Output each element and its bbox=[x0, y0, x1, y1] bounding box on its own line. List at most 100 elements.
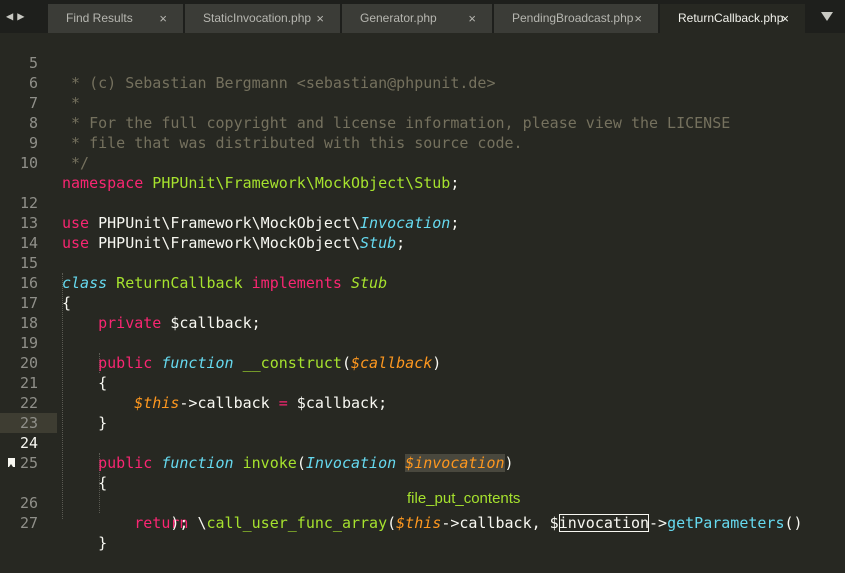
chevron-down-icon[interactable] bbox=[821, 12, 833, 21]
autocomplete-hint[interactable]: file_put_contents bbox=[407, 490, 520, 507]
code-text: class ReturnCallback implements Stub bbox=[62, 273, 387, 293]
code-line: 18 bbox=[0, 293, 38, 332]
tab-generator[interactable]: Generator.php × bbox=[342, 4, 492, 33]
tab-label: Generator.php bbox=[360, 11, 437, 25]
code-token: PHPUnit\Framework\MockObject\Stub bbox=[143, 174, 451, 192]
code-text: $this->callback = $callback; bbox=[62, 393, 387, 413]
code-token: function bbox=[152, 454, 234, 472]
code-line: 22 } bbox=[0, 373, 107, 432]
code-token: PHPUnit\Framework\MockObject\ bbox=[89, 214, 361, 232]
code-token: \ bbox=[188, 514, 207, 532]
code-line: 10 namespace PHPUnit\Framework\MockObjec… bbox=[0, 133, 459, 192]
code-text: } bbox=[62, 534, 108, 552]
code-text: { bbox=[62, 374, 108, 392]
code-line: 27 } bbox=[0, 493, 107, 552]
code-line: 7 * For the full copyright and license i… bbox=[0, 73, 730, 132]
code-token: $callback; bbox=[161, 314, 261, 332]
code-token: -> bbox=[649, 514, 668, 532]
code-token: () bbox=[784, 514, 803, 532]
code-token: ; bbox=[450, 214, 460, 232]
code-text: */ bbox=[62, 154, 90, 172]
code-token: $callback; bbox=[287, 394, 388, 412]
close-icon[interactable]: × bbox=[468, 4, 476, 33]
code-line: 13 use PHPUnit\Framework\MockObject\Stub… bbox=[0, 193, 405, 252]
close-icon[interactable]: × bbox=[316, 4, 324, 33]
code-token: function bbox=[152, 354, 234, 372]
code-token: public bbox=[62, 454, 153, 472]
code-token: Stub bbox=[341, 274, 388, 292]
code-text: { bbox=[62, 294, 72, 312]
code-text: * (c) Sebastian Bergmann <sebastian@phpu… bbox=[62, 74, 496, 92]
code-token: implements bbox=[251, 274, 342, 292]
code-text: use PHPUnit\Framework\MockObject\Stub; bbox=[62, 233, 405, 253]
tab-nav-arrows[interactable]: ◀▶ bbox=[6, 9, 28, 23]
code-line: 21 $this->callback = $callback; bbox=[0, 353, 387, 412]
code-token: public bbox=[62, 354, 153, 372]
code-token: ReturnCallback bbox=[107, 274, 252, 292]
code-line: 9 */ bbox=[0, 113, 89, 172]
code-text: public function invoke(Invocation $invoc… bbox=[62, 453, 514, 473]
code-text: use PHPUnit\Framework\MockObject\Invocat… bbox=[62, 213, 459, 233]
tab-find-results[interactable]: Find Results × bbox=[48, 4, 183, 33]
code-line: 20 { bbox=[0, 333, 107, 392]
code-text: * file that was distributed with this so… bbox=[62, 134, 523, 152]
code-text: } bbox=[62, 414, 108, 432]
code-line: 19 public function __construct($callback… bbox=[0, 313, 441, 372]
code-token: ( bbox=[296, 454, 306, 472]
code-token: invoke bbox=[233, 454, 297, 472]
code-token: call_user_func_array bbox=[206, 514, 388, 532]
tab-staticinvocation[interactable]: StaticInvocation.php × bbox=[185, 4, 340, 33]
selection-highlight: $invocation bbox=[405, 454, 505, 472]
code-line: 6 * bbox=[0, 53, 80, 112]
code-text: ); bbox=[62, 514, 189, 532]
code-text: private $callback; bbox=[62, 313, 261, 333]
tab-bar: ◀▶ Find Results × StaticInvocation.php ×… bbox=[0, 0, 845, 33]
code-token: ; bbox=[450, 174, 460, 192]
code-line: 14 bbox=[0, 213, 38, 252]
code-line-wrap: ); bbox=[0, 473, 188, 532]
code-token: $this bbox=[62, 394, 180, 412]
code-token: use bbox=[62, 234, 90, 252]
tab-returncallback[interactable]: ReturnCallback.php × bbox=[660, 4, 805, 33]
tab-pendingbroadcast[interactable]: PendingBroadcast.php × bbox=[494, 4, 658, 33]
code-editor[interactable]: 5 * (c) Sebastian Bergmann <sebastian@ph… bbox=[0, 33, 845, 552]
code-line: 17 private $callback; bbox=[0, 273, 261, 332]
code-text: * bbox=[62, 94, 81, 112]
code-line: 26 return \call_user_func_array($this->c… bbox=[0, 453, 803, 532]
line-number: 27 bbox=[19, 514, 38, 532]
code-token: private bbox=[62, 314, 162, 332]
close-icon[interactable]: × bbox=[781, 4, 789, 33]
code-line: 8 * file that was distributed with this … bbox=[0, 93, 523, 152]
tab-label: Find Results bbox=[66, 11, 133, 25]
code-token: $callback bbox=[351, 354, 433, 372]
code-line: 5 * (c) Sebastian Bergmann <sebastian@ph… bbox=[0, 33, 496, 92]
tab-label: StaticInvocation.php bbox=[203, 11, 312, 25]
code-token: use bbox=[62, 214, 90, 232]
code-line: 12 use PHPUnit\Framework\MockObject\Invo… bbox=[0, 173, 459, 232]
code-token: ) bbox=[504, 454, 514, 472]
code-text: * For the full copyright and license inf… bbox=[62, 114, 731, 132]
code-token: Invocation bbox=[305, 454, 397, 472]
code-token: ) bbox=[432, 354, 442, 372]
code-text: public function __construct($callback) bbox=[62, 353, 441, 373]
tab-label: PendingBroadcast.php bbox=[512, 11, 634, 25]
bookmark-icon bbox=[8, 458, 15, 467]
code-line: 23 bbox=[0, 393, 38, 432]
code-line: 25 { bbox=[0, 433, 107, 492]
code-token: getParameters bbox=[667, 514, 785, 532]
code-token: ->callback, $ bbox=[441, 514, 559, 532]
code-token: = bbox=[278, 394, 288, 412]
code-token: ; bbox=[396, 234, 406, 252]
code-token: PHPUnit\Framework\MockObject\ bbox=[89, 234, 361, 252]
code-line: 15 class ReturnCallback implements Stub bbox=[0, 233, 387, 292]
close-icon[interactable]: × bbox=[634, 4, 642, 33]
code-token: Invocation bbox=[360, 214, 451, 232]
code-token: ( bbox=[341, 354, 351, 372]
code-token: ->callback bbox=[179, 394, 279, 412]
close-icon[interactable]: × bbox=[159, 4, 167, 33]
code-line-current: 24 public function invoke(Invocation $in… bbox=[0, 413, 514, 472]
code-token: namespace bbox=[62, 174, 144, 192]
code-token: class bbox=[62, 274, 108, 292]
